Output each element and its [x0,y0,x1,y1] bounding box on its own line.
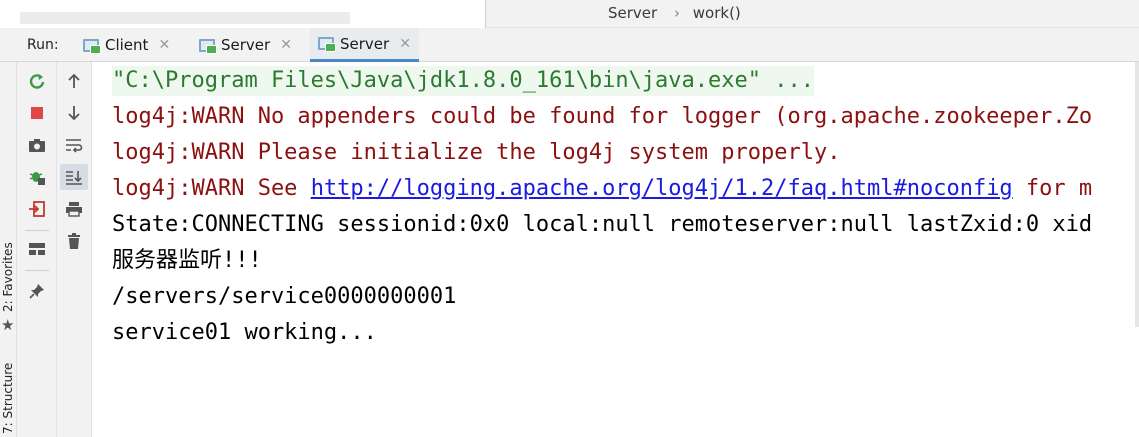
close-icon[interactable]: ✕ [399,36,411,52]
debug-icon[interactable] [23,164,51,190]
run-toolbar-secondary [57,62,92,437]
down-arrow-icon[interactable] [60,100,88,126]
run-config-icon [318,37,336,52]
editor-left-pane [0,0,486,28]
tab-label: Client [105,36,149,54]
run-toolbar-primary [17,62,57,437]
close-icon[interactable]: ✕ [280,37,292,53]
console-state-line: State:CONNECTING sessionid:0x0 local:nul… [112,212,1093,237]
console-working-line: service01 working... [112,320,377,345]
layout-icon[interactable] [23,236,51,262]
toolbar-divider [25,270,49,271]
console-path-line: /servers/service0000000001 [112,284,457,309]
breadcrumb-item-class[interactable]: Server [608,4,657,22]
warn-suffix: for m [1012,176,1093,201]
camera-icon[interactable] [23,132,51,158]
editor-breadcrumb-bar: Server › work() [0,0,1139,28]
scroll-to-end-icon[interactable] [60,164,88,190]
run-config-icon [199,38,217,54]
console-listen-line: 服务器监听!!! [112,248,262,273]
console-command-line: "C:\Program Files\Java\jdk1.8.0_161\bin\… [112,66,814,96]
stop-icon[interactable] [23,100,51,126]
tab-label: Server [221,36,271,54]
breadcrumb-separator: › [673,4,680,22]
console-scrollbar[interactable] [1135,62,1139,327]
up-arrow-icon[interactable] [60,68,88,94]
rerun-icon[interactable] [23,68,51,94]
horizontal-scrollbar[interactable] [20,12,350,24]
run-config-icon [83,38,101,54]
pin-icon[interactable] [23,278,51,304]
favorites-tool-button[interactable]: 2: Favorites [1,242,15,312]
console-output[interactable]: "C:\Program Files\Java\jdk1.8.0_161\bin\… [92,62,1139,437]
tab-label: Server [340,34,390,53]
exit-icon[interactable] [23,196,51,222]
console-warn-line: log4j:WARN Please initialize the log4j s… [112,140,841,165]
structure-tool-button[interactable]: 7: Structure [1,363,15,434]
breadcrumb: Server › work() [608,4,741,22]
tab-server-1[interactable]: Server ✕ [199,28,292,62]
close-icon[interactable]: ✕ [158,37,170,53]
tab-client[interactable]: Client ✕ [83,28,170,62]
breadcrumb-item-method[interactable]: work() [693,4,741,22]
console-warn-line: log4j:WARN See http://logging.apache.org… [112,174,1092,204]
tool-window-strip: 2: Favorites ★ 7: Structure [0,62,17,437]
console-warn-line: log4j:WARN No appenders could be found f… [112,104,1093,129]
toolbar-divider [25,230,49,231]
soft-wrap-icon[interactable] [60,132,88,158]
log4j-faq-link[interactable]: http://logging.apache.org/log4j/1.2/faq.… [311,176,1013,201]
star-icon[interactable]: ★ [1,316,14,334]
tab-server-2[interactable]: Server ✕ [310,28,419,62]
warn-prefix: log4j:WARN See [112,176,311,201]
run-tab-bar: Run: Client ✕ Server ✕ Server ✕ [0,28,1139,62]
print-icon[interactable] [60,196,88,222]
run-label: Run: [27,37,59,53]
trash-icon[interactable] [60,228,88,254]
